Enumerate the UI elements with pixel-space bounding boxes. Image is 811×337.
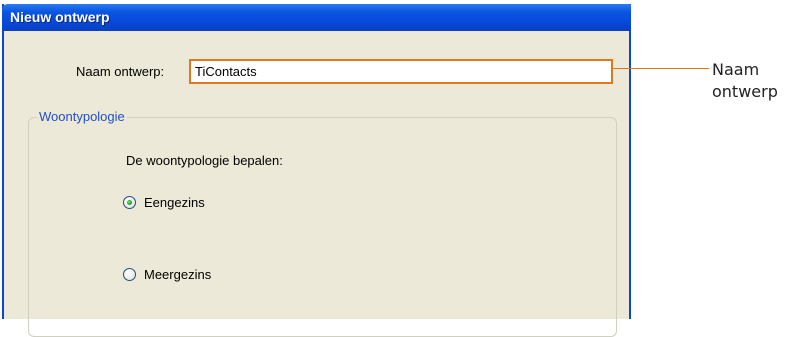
callout-annotation: Naam ontwerp — [712, 59, 778, 103]
window-title: Nieuw ontwerp — [10, 9, 110, 25]
radio-unchecked-icon[interactable] — [123, 267, 136, 281]
callout-line — [612, 68, 709, 69]
name-label: Naam ontwerp: — [76, 64, 165, 79]
callout-line-2: ontwerp — [712, 82, 778, 101]
group-prompt: De woontypologie bepalen: — [126, 153, 283, 168]
dialog-window: Nieuw ontwerp Naam ontwerp: Woontypologi… — [2, 4, 631, 337]
woontypologie-group: Woontypologie De woontypologie bepalen: … — [28, 109, 617, 337]
radio-label-eengezins: Eengezins — [144, 194, 205, 210]
radio-checked-icon[interactable] — [123, 195, 136, 209]
radio-label-meergezins: Meergezins — [144, 266, 212, 282]
radio-eengezins[interactable]: Eengezins — [123, 193, 205, 211]
radio-meergezins[interactable]: Meergezins — [123, 265, 211, 283]
group-legend: Woontypologie — [37, 109, 127, 124]
name-row: Naam ontwerp: — [4, 58, 629, 86]
title-bar[interactable]: Nieuw ontwerp — [2, 4, 631, 31]
callout-line-1: Naam — [712, 60, 760, 79]
project-name-input[interactable] — [189, 59, 613, 84]
